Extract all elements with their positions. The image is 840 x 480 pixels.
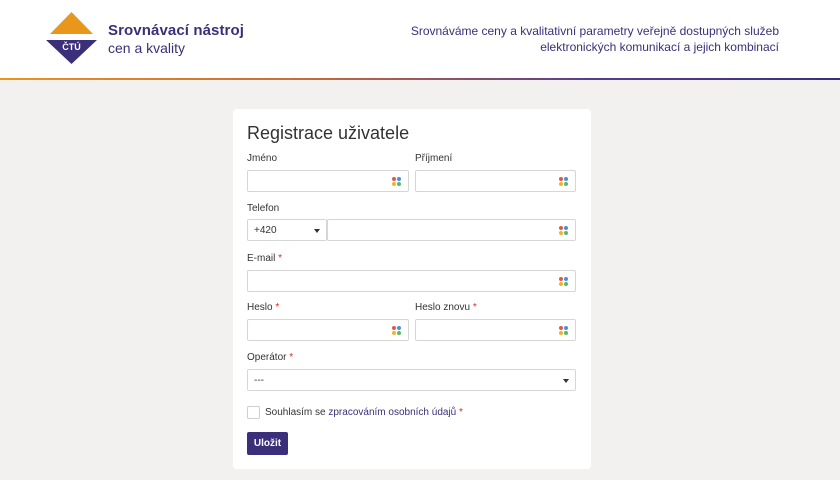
registration-form: Registrace uživatele Jméno Příjmení Tele… [233,109,591,469]
consent-label: Souhlasím se zpracováním osobních údajů … [265,407,463,418]
last-name-input[interactable] [416,171,575,191]
chevron-down-icon [314,229,320,233]
password-manager-icon[interactable] [391,176,402,187]
first-name-field [247,170,409,192]
operator-select[interactable]: --- [247,369,576,391]
password-input[interactable] [248,320,408,340]
password-again-field [415,319,576,341]
logo-text: ČTÚ [62,41,81,52]
first-name-label: Jméno [247,153,278,164]
first-name-input[interactable] [248,171,408,191]
password-label: Heslo * [247,302,279,313]
last-name-field [415,170,576,192]
page-title: Registrace uživatele [247,123,410,143]
tagline-line-1: Srovnáváme ceny a kvalitativní parametry… [410,24,779,38]
save-button[interactable]: Uložit [247,432,288,455]
operator-label-text: Operátor [247,352,287,363]
operator-selected-value: --- [254,375,264,386]
required-mark: * [459,407,463,418]
password-manager-icon[interactable] [558,276,569,287]
ctu-logo[interactable]: ČTÚ [44,10,99,66]
password-again-label: Heslo znovu * [415,302,477,313]
password-again-label-text: Heslo znovu [415,302,471,313]
header-tagline: Srovnáváme ceny a kvalitativní parametry… [399,23,779,55]
brand-title: Srovnávací nástroj [108,22,245,39]
phone-label: Telefon [247,203,280,214]
phone-prefix-select[interactable]: +420 [247,219,327,241]
tagline-line-2: elektronických komunikací a jejich kombi… [540,40,779,54]
header-gradient-divider [0,78,840,80]
password-manager-icon[interactable] [391,325,402,336]
required-mark: * [278,253,283,264]
password-manager-icon[interactable] [558,225,569,236]
consent-checkbox[interactable] [247,406,260,419]
operator-label: Operátor * [247,352,293,363]
required-mark: * [289,352,294,363]
phone-prefix-value: +420 [254,225,277,236]
password-field [247,319,409,341]
phone-field [327,219,576,241]
email-field [247,270,576,292]
phone-input[interactable] [328,220,575,240]
password-manager-icon[interactable] [558,325,569,336]
email-label-text: E-mail [247,253,276,264]
privacy-policy-link[interactable]: zpracováním osobních údajů [328,407,456,418]
chevron-down-icon [563,379,569,383]
required-mark: * [275,302,280,313]
password-label-text: Heslo [247,302,273,313]
brand-subtitle: cen a kvality [108,40,186,56]
email-input[interactable] [248,271,575,291]
site-header: ČTÚ Srovnávací nástroj cen a kvality Sro… [0,0,840,80]
consent-prefix: Souhlasím se [265,407,329,418]
brand[interactable]: Srovnávací nástroj cen a kvality [108,22,244,57]
required-mark: * [472,302,477,313]
last-name-label: Příjmení [415,153,453,164]
password-again-input[interactable] [416,320,575,340]
email-label: E-mail * [247,253,282,264]
password-manager-icon[interactable] [558,176,569,187]
